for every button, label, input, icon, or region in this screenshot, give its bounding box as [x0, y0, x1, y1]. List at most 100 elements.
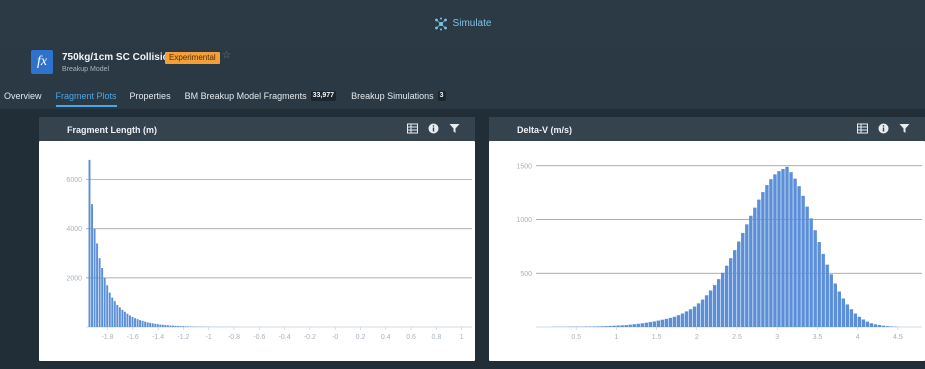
- histogram-bar[interactable]: [592, 326, 596, 327]
- histogram-bar[interactable]: [608, 325, 612, 327]
- histogram-bar[interactable]: [821, 253, 825, 327]
- histogram-bar[interactable]: [108, 292, 111, 327]
- histogram-bar[interactable]: [692, 306, 697, 327]
- filter-icon[interactable]: [899, 123, 910, 134]
- histogram-bar[interactable]: [149, 322, 152, 327]
- histogram-bar[interactable]: [106, 285, 109, 327]
- histogram-bar[interactable]: [817, 242, 821, 327]
- histogram-bar[interactable]: [91, 204, 93, 327]
- histogram-bar[interactable]: [716, 279, 721, 327]
- histogram-bar[interactable]: [809, 218, 813, 327]
- histogram-bar[interactable]: [837, 291, 841, 327]
- histogram-bar[interactable]: [797, 186, 801, 327]
- histogram-bar[interactable]: [801, 195, 805, 327]
- histogram-bar[interactable]: [187, 326, 190, 327]
- histogram-bar[interactable]: [156, 324, 159, 327]
- histogram-bar[interactable]: [139, 320, 142, 327]
- histogram-bar[interactable]: [129, 315, 131, 327]
- histogram-bar[interactable]: [793, 178, 797, 327]
- histogram-bar[interactable]: [174, 325, 177, 327]
- histogram-bar[interactable]: [769, 179, 773, 327]
- histogram-bar[interactable]: [126, 313, 129, 327]
- histogram-bar[interactable]: [700, 299, 705, 327]
- histogram-bar[interactable]: [596, 326, 600, 327]
- histogram-bar[interactable]: [636, 323, 640, 327]
- histogram-bar[interactable]: [672, 316, 677, 327]
- histogram-bar[interactable]: [146, 322, 149, 327]
- histogram-bar[interactable]: [877, 325, 882, 327]
- histogram-bar[interactable]: [652, 321, 657, 327]
- histogram-bar[interactable]: [131, 316, 134, 327]
- histogram-bar[interactable]: [889, 326, 894, 327]
- histogram-bar[interactable]: [144, 321, 147, 327]
- simulate-button[interactable]: Simulate: [434, 17, 491, 31]
- histogram-bar[interactable]: [861, 319, 866, 327]
- histogram-bar[interactable]: [644, 322, 648, 327]
- histogram-bar[interactable]: [765, 185, 769, 327]
- histogram-bar[interactable]: [712, 285, 717, 327]
- histogram-bar[interactable]: [141, 320, 144, 327]
- tab-overview[interactable]: Overview: [4, 84, 42, 108]
- histogram-bar[interactable]: [885, 326, 890, 327]
- histogram-bar[interactable]: [118, 307, 121, 327]
- histogram-bar[interactable]: [841, 298, 846, 327]
- histogram-bar[interactable]: [177, 325, 180, 327]
- histogram-bar[interactable]: [853, 313, 858, 327]
- favorite-star-icon[interactable]: ☆: [222, 50, 231, 61]
- histogram-bar[interactable]: [93, 228, 96, 327]
- filter-icon[interactable]: [449, 123, 460, 134]
- histogram-bar[interactable]: [113, 301, 116, 327]
- histogram-bar[interactable]: [624, 325, 628, 327]
- histogram-bar[interactable]: [696, 303, 701, 327]
- histogram-bar[interactable]: [753, 207, 757, 327]
- histogram-bar[interactable]: [116, 304, 119, 327]
- histogram-bar[interactable]: [865, 321, 870, 327]
- info-icon[interactable]: [428, 123, 439, 134]
- histogram-bar[interactable]: [684, 311, 689, 327]
- histogram-bar[interactable]: [620, 325, 624, 327]
- info-icon[interactable]: [878, 123, 889, 134]
- histogram-bar[interactable]: [98, 258, 101, 327]
- histogram-bar[interactable]: [151, 323, 154, 327]
- histogram-bar[interactable]: [161, 324, 164, 327]
- histogram-bar[interactable]: [733, 250, 737, 327]
- histogram-bar[interactable]: [134, 318, 136, 327]
- histogram-bar[interactable]: [729, 258, 733, 327]
- histogram-bar[interactable]: [159, 324, 162, 327]
- histogram-bar[interactable]: [101, 268, 104, 327]
- histogram-bar[interactable]: [121, 309, 124, 327]
- histogram-bar[interactable]: [179, 326, 182, 327]
- histogram-bar[interactable]: [704, 295, 709, 327]
- histogram-bar[interactable]: [182, 326, 185, 327]
- histogram-bar[interactable]: [737, 241, 741, 327]
- histogram-bar[interactable]: [680, 313, 685, 327]
- histogram-bar[interactable]: [632, 324, 636, 327]
- histogram-bar[interactable]: [720, 272, 725, 327]
- histogram-bar[interactable]: [757, 199, 761, 327]
- histogram-bar[interactable]: [777, 171, 781, 327]
- histogram-bar[interactable]: [166, 325, 169, 327]
- table-view-icon[interactable]: [857, 123, 868, 134]
- histogram-bar[interactable]: [164, 325, 167, 327]
- histogram-bar[interactable]: [184, 326, 187, 327]
- tab-properties[interactable]: Properties: [130, 84, 171, 108]
- histogram-bar[interactable]: [664, 318, 669, 327]
- tab-breakup-model-fragments[interactable]: BM Breakup Model Fragments 33,977: [185, 84, 337, 108]
- histogram-bar[interactable]: [789, 172, 793, 327]
- histogram-bar[interactable]: [688, 309, 693, 327]
- histogram-bar[interactable]: [676, 315, 681, 327]
- histogram-bar[interactable]: [648, 322, 653, 327]
- histogram-bar[interactable]: [849, 309, 854, 327]
- histogram-bar[interactable]: [103, 277, 106, 327]
- histogram-bar[interactable]: [616, 325, 620, 327]
- histogram-bar[interactable]: [154, 323, 157, 327]
- histogram-bar[interactable]: [169, 325, 172, 327]
- histogram-bar[interactable]: [172, 325, 174, 327]
- tab-fragment-plots[interactable]: Fragment Plots: [55, 84, 117, 108]
- histogram-bar[interactable]: [724, 265, 729, 327]
- histogram-bar[interactable]: [825, 264, 829, 327]
- histogram-bar[interactable]: [829, 274, 833, 327]
- histogram-bar[interactable]: [660, 319, 665, 327]
- histogram-bar[interactable]: [749, 215, 753, 327]
- histogram-bar[interactable]: [640, 323, 644, 327]
